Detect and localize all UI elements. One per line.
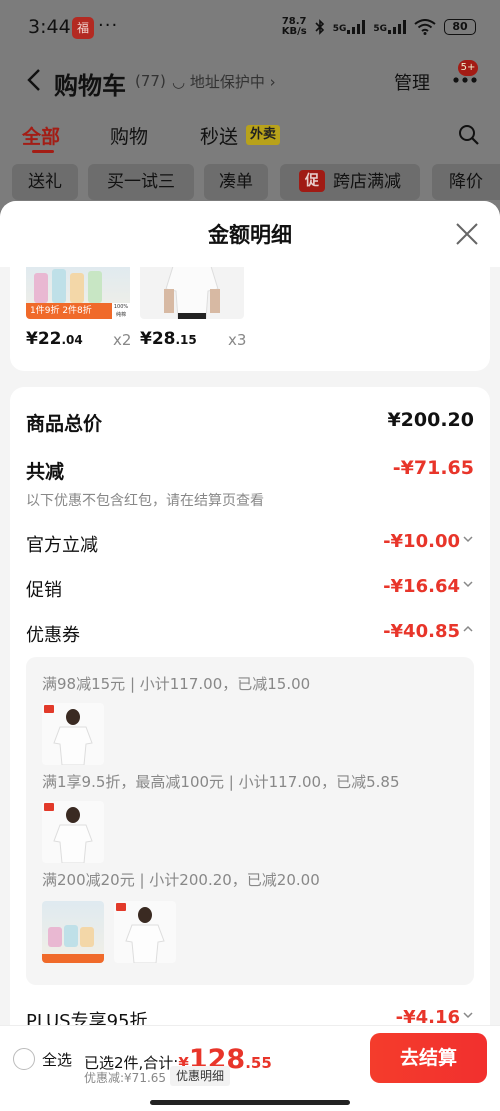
chip-price-drop[interactable]: 降价 — [432, 164, 500, 200]
reduction-note: 以下优惠不包含红包，请在结算页查看 — [26, 493, 264, 509]
total-price-value: ¥200.20 — [387, 409, 474, 431]
chip-try-three[interactable]: 买一试三 — [88, 164, 194, 200]
sheet-header: 金额明细 — [0, 201, 500, 267]
chip-gift[interactable]: 送礼 — [12, 164, 78, 200]
takeout-badge: 外卖 — [246, 125, 281, 145]
signal-icon — [388, 20, 406, 34]
total-reduction-label: 共减 — [26, 461, 65, 483]
checkout-button[interactable]: 去结算 — [370, 1033, 487, 1083]
coupon-product-image — [42, 703, 104, 765]
back-icon[interactable] — [26, 68, 42, 92]
total-reduction-value: -¥71.65 — [392, 457, 474, 479]
coupon-label: 优惠券 — [26, 625, 80, 646]
row-promotion[interactable]: 促销 -¥16.64 — [26, 576, 474, 606]
select-all-label[interactable]: 全选 — [42, 1049, 72, 1070]
app-notification-icon: 福 — [72, 17, 94, 39]
promotion-label: 促销 — [26, 580, 62, 601]
coupon-rule: 满98减15元 | 小计117.00，已减15.00 — [42, 675, 311, 693]
chevron-down-icon — [463, 536, 473, 543]
tab-flash-delivery[interactable]: 秒送 — [200, 122, 238, 149]
item-price: ¥22.04 — [26, 329, 83, 349]
coupon-rule: 满1享9.5折，最高减100元 | 小计117.00，已减5.85 — [42, 773, 400, 791]
item-quantity: x2 — [113, 331, 132, 349]
search-icon[interactable] — [458, 124, 480, 146]
bluetooth-icon — [315, 19, 324, 35]
status-indicators: 78.7 KB/s 5G 5G 80 — [282, 17, 476, 37]
coupon-product-image — [42, 901, 104, 963]
item-quantity: x3 — [228, 331, 247, 349]
checkout-bar: 全选 已选2件,合计:¥128.55 优惠减:¥71.65 优惠明细 去结算 — [0, 1025, 500, 1111]
total-amount-dec: .55 — [245, 1054, 272, 1072]
nav-bar: 购物车 (77) ◡ 地址保护中 › 管理 5+ — [0, 60, 500, 104]
tab-shopping[interactable]: 购物 — [110, 122, 148, 149]
price-breakdown-card: 商品总价 ¥200.20 共减 -¥71.65 以下优惠不包含红包，请在结算页查… — [10, 387, 490, 1111]
selected-items-card: 1件9折 2件8折 100% 纯棉 ¥22.04 x2 ¥28.15 x3 — [10, 267, 490, 371]
cart-tabs: 全部 购物 秒送 外卖 — [0, 118, 500, 158]
sim2-label: 5G — [373, 24, 387, 34]
row-official-discount[interactable]: 官方立减 -¥10.00 — [26, 531, 474, 561]
manage-button[interactable]: 管理 — [394, 69, 430, 95]
row-total-price: 商品总价 ¥200.20 — [26, 409, 474, 439]
item-price: ¥28.15 — [140, 329, 197, 349]
status-bar: 3:44 福 ··· 78.7 KB/s 5G 5G 80 — [0, 0, 500, 58]
message-badge: 5+ — [458, 60, 478, 76]
chip-add-on[interactable]: 凑单 — [204, 164, 268, 200]
chevron-down-icon — [463, 581, 473, 588]
close-icon[interactable] — [455, 222, 479, 246]
select-all-checkbox[interactable] — [13, 1048, 35, 1070]
total-price-label: 商品总价 — [26, 413, 103, 435]
address-protection-tag[interactable]: ◡ 地址保护中 › — [172, 71, 276, 92]
row-total-reduction: 共减 -¥71.65 — [26, 457, 474, 487]
wifi-icon — [414, 19, 436, 35]
promo-strip: 1件9折 2件8折 — [26, 303, 112, 319]
official-discount-value: -¥10.00 — [383, 531, 474, 552]
net-speed: 78.7 KB/s — [281, 16, 307, 37]
status-more-icon: ··· — [98, 15, 119, 36]
product-image-drinks[interactable]: 1件9折 2件8折 100% 纯棉 — [26, 267, 130, 319]
sim1-label: 5G — [332, 24, 347, 34]
row-coupon[interactable]: 优惠券 -¥40.85 — [26, 621, 474, 651]
promotion-value: -¥16.64 — [383, 576, 474, 597]
status-time: 3:44 — [28, 16, 71, 38]
home-indicator[interactable] — [150, 1100, 350, 1105]
chip-label: 跨店满减 — [333, 172, 401, 192]
sheet-title: 金额明细 — [208, 223, 292, 247]
product-image-tshirt[interactable] — [140, 267, 244, 319]
amount-detail-sheet: 金额明细 1件9折 2件8折 100% 纯棉 ¥22.04 x2 ¥28.15 … — [0, 201, 500, 1111]
coupon-product-image — [42, 801, 104, 863]
tab-all[interactable]: 全部 — [22, 122, 60, 149]
cart-count: (77) — [135, 72, 166, 90]
battery-icon: 80 — [444, 19, 476, 35]
tab-active-underline — [32, 150, 54, 153]
signal-icon — [347, 20, 366, 34]
material-tag: 100% 纯棉 — [112, 303, 130, 319]
official-discount-label: 官方立减 — [26, 535, 98, 556]
page-title: 购物车 — [54, 72, 126, 100]
chevron-up-icon — [463, 625, 473, 632]
chevron-down-icon — [463, 1012, 473, 1019]
discount-detail-button[interactable]: 优惠明细 — [170, 1066, 231, 1086]
filter-chips: 送礼 买一试三 凑单 促跨店满减 降价 — [0, 164, 500, 200]
coupon-value: -¥40.85 — [383, 621, 474, 642]
coupon-detail-panel: 满98减15元 | 小计117.00，已减15.00 满1享9.5折，最高减10… — [26, 657, 474, 985]
discount-summary: 优惠减:¥71.65 — [84, 1071, 167, 1085]
promo-tag-icon: 促 — [299, 170, 325, 192]
coupon-rule: 满200减20元 | 小计200.20，已减20.00 — [42, 871, 320, 889]
chip-cross-store-discount[interactable]: 促跨店满减 — [280, 164, 420, 200]
more-icon[interactable] — [452, 76, 478, 84]
coupon-product-image — [114, 901, 176, 963]
